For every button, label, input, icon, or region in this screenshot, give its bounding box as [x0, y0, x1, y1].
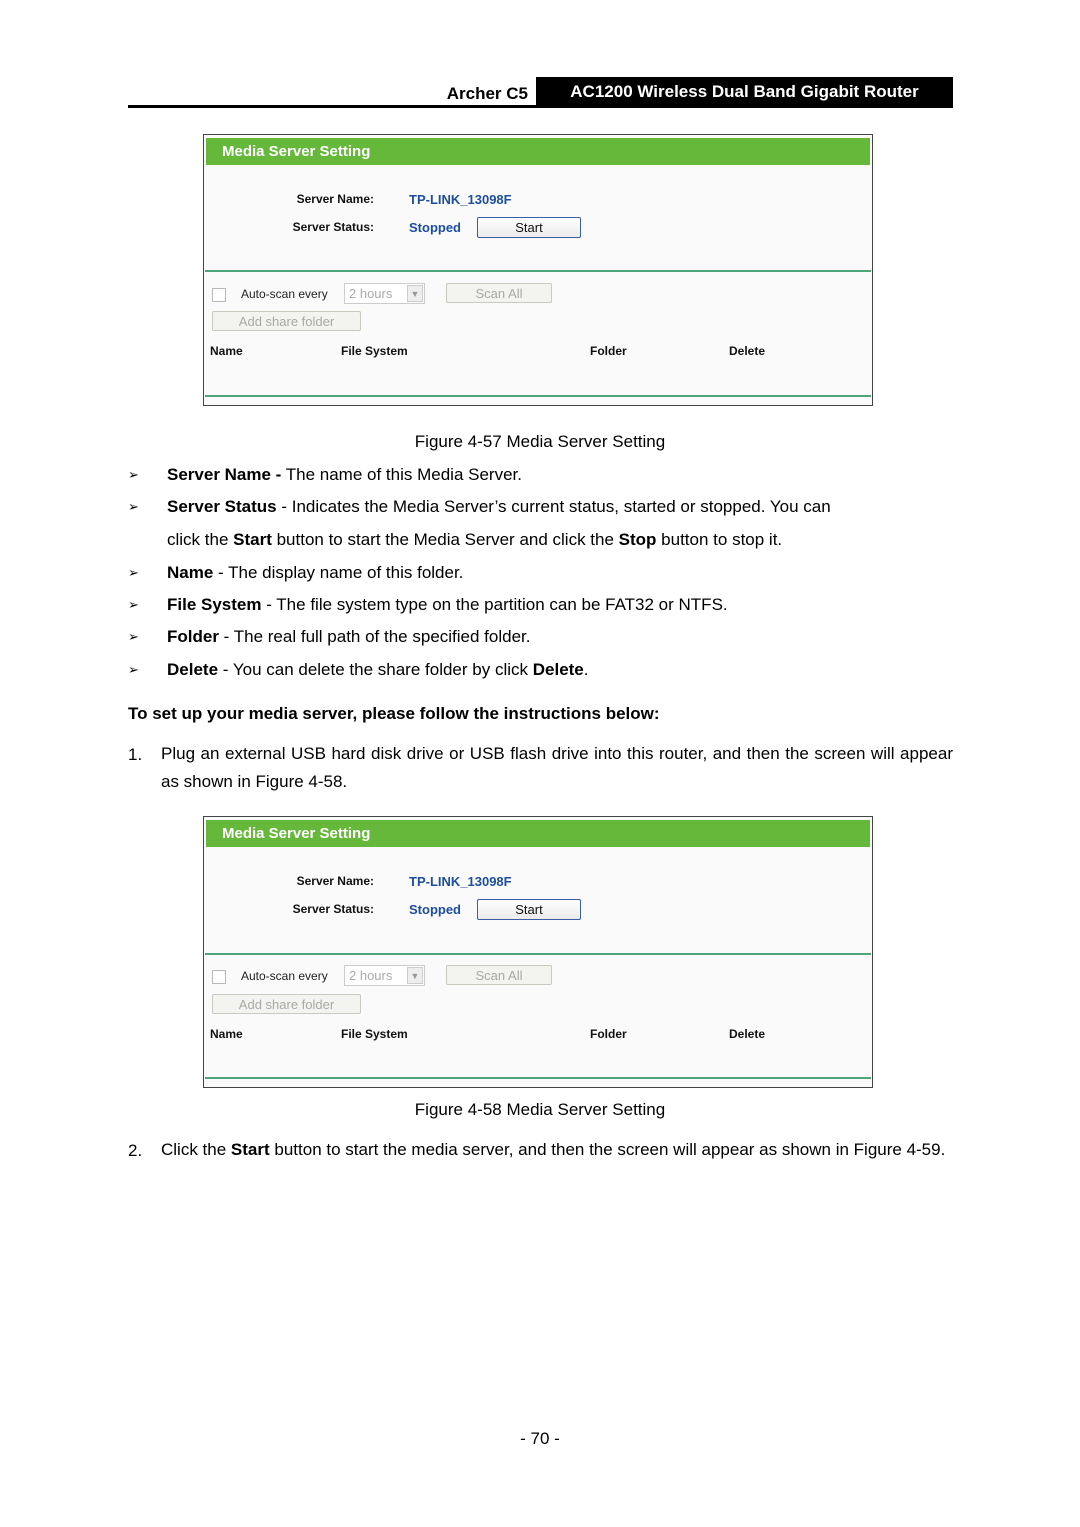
column-header-folder: Folder: [590, 1027, 627, 1041]
arrow-bullet-icon: ➢: [128, 629, 139, 644]
bullet-text: - Indicates the Media Server’s current s…: [276, 497, 831, 516]
column-header-file-system: File System: [341, 344, 408, 358]
auto-scan-interval-select[interactable]: 2 hours ▼: [344, 965, 425, 986]
auto-scan-interval-select[interactable]: 2 hours ▼: [344, 283, 425, 304]
arrow-bullet-icon: ➢: [128, 597, 139, 612]
header-model: Archer C5: [446, 84, 528, 103]
bullet-text: - The real full path of the specified fo…: [218, 627, 531, 646]
text: button to start the media server, and th…: [269, 1140, 946, 1159]
server-name-label: Server Name:: [296, 192, 374, 206]
bullet-term: Server Status: [167, 497, 277, 516]
separator: [205, 953, 871, 955]
bullet-term: File System: [167, 595, 262, 614]
column-header-name: Name: [210, 344, 243, 358]
add-share-folder-button[interactable]: Add share folder: [212, 994, 361, 1014]
auto-scan-checkbox[interactable]: [212, 288, 226, 302]
step-number: 1.: [128, 745, 143, 764]
arrow-bullet-icon: ➢: [128, 499, 139, 514]
column-header-delete: Delete: [729, 344, 766, 358]
auto-scan-checkbox[interactable]: [212, 970, 226, 984]
server-status-label: Server Status:: [292, 902, 374, 916]
media-server-setting-screenshot-1: Media Server Setting Server Name: TP-LIN…: [203, 134, 873, 406]
scan-all-button[interactable]: Scan All: [446, 965, 552, 985]
arrow-bullet-icon: ➢: [128, 565, 139, 580]
bullet-text: - The file system type on the partition …: [261, 595, 728, 614]
separator: [205, 395, 871, 397]
server-name-label: Server Name:: [296, 874, 374, 888]
bold-text: Start: [233, 530, 272, 549]
chevron-down-icon[interactable]: ▼: [407, 967, 423, 984]
start-button[interactable]: Start: [477, 217, 581, 238]
column-header-file-system: File System: [341, 1027, 408, 1041]
arrow-bullet-icon: ➢: [128, 662, 139, 677]
bullet-term: Delete: [167, 660, 219, 679]
step-text: Click the Start button to start the medi…: [161, 1136, 953, 1164]
auto-scan-label: Auto-scan every: [241, 287, 328, 301]
panel-title: Media Server Setting: [206, 820, 870, 847]
text: click the: [167, 530, 234, 549]
media-server-setting-screenshot-2: Media Server Setting Server Name: TP-LIN…: [203, 816, 873, 1088]
bullet-text: - The display name of this folder.: [213, 563, 464, 582]
column-header-name: Name: [210, 1027, 243, 1041]
add-share-folder-button[interactable]: Add share folder: [212, 311, 361, 331]
step-number: 2.: [128, 1141, 143, 1160]
separator: [205, 270, 871, 272]
text: button to start the Media Server and cli…: [271, 530, 619, 549]
arrow-bullet-icon: ➢: [128, 467, 139, 482]
text: button to stop it.: [656, 530, 783, 549]
bold-text: Start: [230, 1140, 270, 1159]
server-status-label: Server Status:: [292, 220, 374, 234]
chevron-down-icon[interactable]: ▼: [407, 285, 423, 302]
server-name-value: TP-LINK_13098F: [409, 874, 512, 889]
auto-scan-interval-value: 2 hours: [349, 968, 393, 983]
auto-scan-interval-value: 2 hours: [349, 286, 393, 301]
start-button[interactable]: Start: [477, 899, 581, 920]
bullet-term: Folder: [167, 627, 219, 646]
figure-caption: Figure 4-58 Media Server Setting: [414, 1100, 666, 1119]
text: .: [583, 660, 589, 679]
auto-scan-label: Auto-scan every: [241, 969, 328, 983]
bullet-text: The name of this Media Server.: [281, 465, 522, 484]
step-text: Plug an external USB hard disk drive or …: [161, 744, 953, 791]
header-product: AC1200 Wireless Dual Band Gigabit Router: [536, 77, 953, 105]
column-header-delete: Delete: [729, 1027, 766, 1041]
bullet-term: Name: [167, 563, 214, 582]
scan-all-button[interactable]: Scan All: [446, 283, 552, 303]
server-status-value: Stopped: [409, 220, 461, 235]
column-header-folder: Folder: [590, 344, 627, 358]
instructions-heading: To set up your media server, please foll…: [128, 704, 660, 723]
page-number: - 70 -: [520, 1429, 560, 1448]
page-header: Archer C5 AC1200 Wireless Dual Band Giga…: [128, 77, 953, 108]
separator: [205, 1077, 871, 1079]
bold-text: Stop: [618, 530, 657, 549]
server-name-value: TP-LINK_13098F: [409, 192, 512, 207]
bullet-continuation: click the Start button to start the Medi…: [167, 530, 782, 550]
bullet-text: - You can delete the share folder by cli…: [218, 660, 533, 679]
text: Click the: [161, 1140, 231, 1159]
panel-title: Media Server Setting: [206, 138, 870, 165]
figure-caption: Figure 4-57 Media Server Setting: [414, 432, 666, 451]
bold-text: Delete: [532, 660, 584, 679]
bullet-term: Server Name -: [167, 465, 282, 484]
server-status-value: Stopped: [409, 902, 461, 917]
